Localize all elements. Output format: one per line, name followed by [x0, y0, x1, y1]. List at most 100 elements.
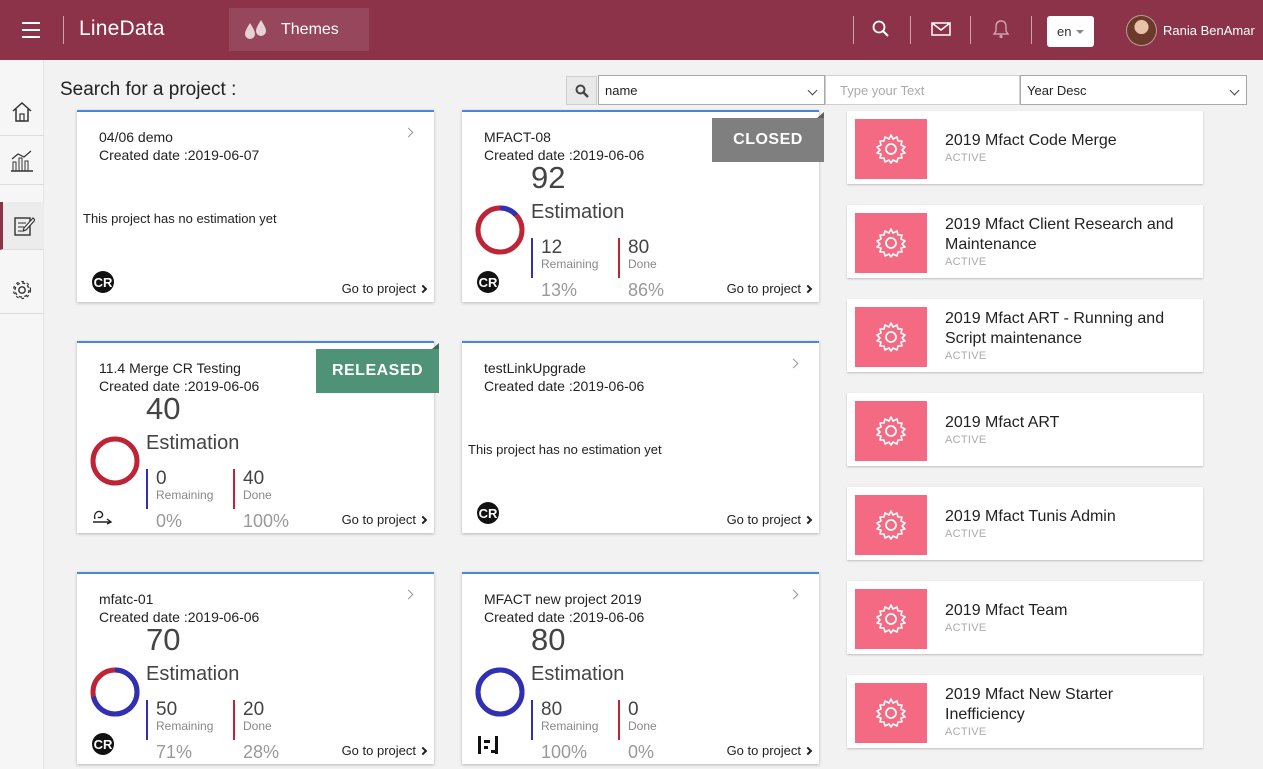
theme-status: ACTIVE: [945, 256, 987, 268]
done-percent: 0%: [628, 742, 655, 762]
go-to-project-link[interactable]: Go to project: [726, 743, 813, 758]
theme-card[interactable]: 2019 Mfact ART ACTIVE: [847, 393, 1203, 466]
done-label: Done: [243, 488, 272, 502]
no-estimation-text: This project has no estimation yet: [83, 211, 277, 226]
project-card[interactable]: testLinkUpgrade Created date :2019-06-06 T…: [462, 341, 819, 533]
search-field-value: name: [605, 82, 638, 98]
go-to-project-link[interactable]: Go to project: [342, 512, 428, 527]
themes-tab[interactable]: Themes: [229, 8, 369, 51]
sort-select[interactable]: Year Desc: [1020, 75, 1247, 105]
search-button[interactable]: [566, 76, 597, 105]
app-logo[interactable]: LineData: [79, 17, 165, 41]
estimation-donut: [88, 665, 142, 724]
top-bar: LineData Themes en Rania BenAmar: [0, 0, 1263, 60]
gear-icon: [876, 134, 906, 164]
search-icon: [575, 84, 589, 98]
sidebar-item-charts[interactable]: [0, 137, 44, 185]
theme-card[interactable]: 2019 Mfact Client Research and Maintenan…: [847, 205, 1203, 278]
themes-label: Themes: [281, 20, 339, 38]
chevron-right-icon[interactable]: [788, 589, 799, 600]
sidebar-item-projects[interactable]: [0, 202, 44, 250]
estimation-total: 70: [146, 622, 181, 657]
done-value: 80: [628, 237, 650, 258]
menu-icon[interactable]: [22, 22, 40, 38]
no-estimation-text: This project has no estimation yet: [468, 442, 662, 457]
estimation-label: Estimation: [146, 432, 240, 454]
gear-icon: [12, 280, 32, 299]
go-to-project-link[interactable]: Go to project: [342, 743, 428, 758]
project-name: 11.4 Merge CR Testing: [99, 360, 241, 376]
estimation-total: 92: [531, 160, 566, 195]
project-name: testLinkUpgrade: [484, 360, 586, 376]
theme-card[interactable]: 2019 Mfact ART - Running and Script main…: [847, 299, 1203, 372]
project-logo: CR: [476, 270, 500, 299]
theme-status: ACTIVE: [945, 152, 987, 164]
project-card[interactable]: mfatc-01 Created date :2019-06-06 70 Estima…: [77, 572, 434, 764]
project-logo: [91, 505, 115, 530]
chevron-down-icon: [1076, 29, 1085, 34]
theme-card[interactable]: 2019 Mfact Team ACTIVE: [847, 581, 1203, 654]
gear-icon: [876, 416, 906, 446]
chevron-right-icon[interactable]: [403, 589, 414, 600]
project-card[interactable]: 04/06 demo Created date :2019-06-07 This p…: [77, 110, 434, 302]
theme-icon: [855, 307, 927, 367]
remaining-label: Remaining: [156, 719, 214, 733]
search-field-select[interactable]: name: [598, 75, 825, 105]
go-to-project-link[interactable]: Go to project: [727, 281, 813, 296]
theme-icon: [855, 589, 927, 649]
chevron-right-icon[interactable]: [403, 127, 414, 138]
done-value: 20: [243, 699, 265, 720]
user-name[interactable]: Rania BenAmar: [1163, 23, 1255, 38]
theme-status: ACTIVE: [945, 350, 987, 362]
chevron-right-icon: [418, 284, 428, 293]
theme-name: 2019 Mfact ART - Running and Script main…: [945, 310, 1165, 347]
go-to-project-link[interactable]: Go to project: [727, 512, 813, 527]
theme-card[interactable]: 2019 Mfact Tunis Admin ACTIVE: [847, 487, 1203, 560]
remaining-percent: 71%: [156, 742, 193, 762]
done-label: Done: [628, 719, 657, 733]
theme-card[interactable]: 2019 Mfact New Starter Inefficiency ACTIV…: [847, 675, 1203, 748]
language-select[interactable]: en: [1047, 16, 1094, 47]
remaining-label: Remaining: [541, 257, 599, 271]
theme-card[interactable]: 2019 Mfact Code Merge ACTIVE: [847, 111, 1203, 184]
project-card[interactable]: MFACT new project 2019 Created date :2019…: [462, 572, 819, 764]
gear-icon: [876, 228, 906, 258]
remaining-stat: 50 Remaining 71%: [146, 700, 214, 762]
theme-name: 2019 Mfact ART: [945, 414, 1060, 431]
theme-name: 2019 Mfact Tunis Admin: [945, 508, 1116, 525]
theme-name: 2019 Mfact New Starter Inefficiency: [945, 686, 1114, 723]
chart-icon: [11, 150, 33, 172]
remaining-stat: 12 Remaining 13%: [531, 238, 599, 300]
estimation-total: 80: [531, 622, 566, 657]
remaining-label: Remaining: [541, 719, 599, 733]
svg-text:CR: CR: [479, 275, 498, 290]
search-input[interactable]: [825, 75, 1020, 105]
remaining-percent: 13%: [541, 280, 578, 300]
project-card[interactable]: 11.4 Merge CR Testing Created date :2019-…: [77, 341, 439, 533]
project-logo: CR: [476, 501, 500, 530]
edit-icon: [13, 216, 35, 236]
gear-icon: [876, 698, 906, 728]
page-title: Search for a project :: [60, 79, 237, 100]
remaining-value: 80: [541, 699, 563, 720]
done-stat: 80 Done 86%: [618, 237, 664, 300]
project-name: 04/06 demo: [99, 129, 173, 145]
done-stat: 40 Done 100%: [233, 469, 289, 531]
bell-icon[interactable]: [990, 18, 1012, 40]
project-created-date: Created date :2019-06-07: [99, 147, 260, 163]
project-name: MFACT-08: [484, 129, 551, 145]
search-icon[interactable]: [870, 18, 892, 40]
avatar[interactable]: [1126, 15, 1157, 46]
sidebar-item-settings[interactable]: [0, 266, 44, 314]
mail-icon[interactable]: [930, 18, 952, 40]
estimation-label: Estimation: [531, 663, 625, 685]
chevron-right-icon[interactable]: [788, 358, 799, 369]
go-to-project-link[interactable]: Go to project: [342, 281, 428, 296]
sidebar-item-home[interactable]: [0, 88, 44, 136]
done-value: 0: [628, 699, 639, 720]
go-to-project-label: Go to project: [726, 743, 801, 758]
project-card[interactable]: MFACT-08 Created date :2019-06-06 CLOSED 92…: [462, 110, 824, 302]
home-icon: [12, 101, 32, 122]
chevron-right-icon: [418, 746, 428, 755]
drops-icon: [245, 19, 266, 39]
